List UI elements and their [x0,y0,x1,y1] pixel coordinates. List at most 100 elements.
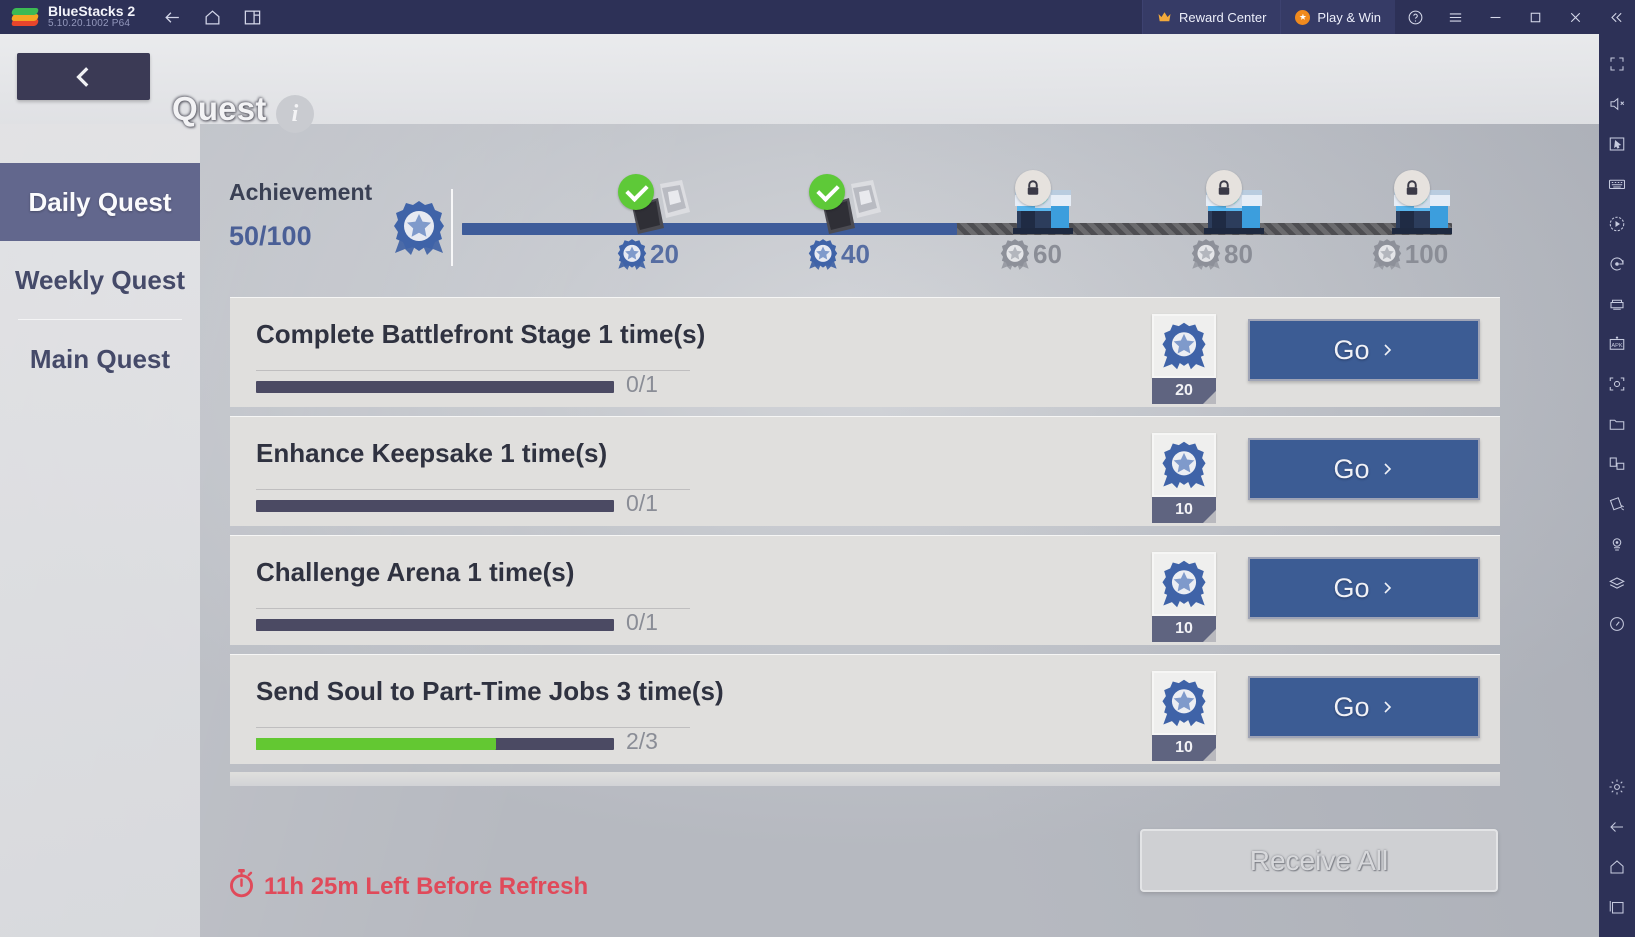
close-icon[interactable] [1555,0,1595,34]
go-button[interactable]: Go [1248,676,1480,738]
keyboard-controls-icon[interactable] [1599,164,1635,204]
milestone-20[interactable]: 20 [588,174,708,271]
settings-gear-icon[interactable] [1599,767,1635,807]
achievement-medal-icon [393,199,445,257]
go-button-label: Go [1333,334,1370,365]
tab-daily-quest[interactable]: Daily Quest [0,163,200,241]
milestone-80-value: 80 [1224,239,1253,269]
app-version: 5.10.20.1002 P64 [48,18,131,30]
quest-reward: 20 [1152,314,1216,404]
milestone-40-icons [779,174,899,236]
play-and-win-button[interactable]: Play & Win [1280,0,1395,34]
milestone-60-value: 60 [1033,239,1062,269]
quest-progress-bar [256,500,614,512]
receive-all-label: Receive All [1249,844,1389,876]
milestone-80-label: 80 [1162,238,1282,271]
achievement-count: 50/100 [229,221,312,251]
home-icon[interactable] [195,3,229,31]
table-row[interactable]: Send Soul to Part-Time Jobs 3 time(s) 2/… [230,654,1500,764]
milestone-100-label: 100 [1350,238,1470,271]
milestone-80-icons [1162,170,1282,236]
table-row[interactable]: Complete Battlefront Stage 1 time(s) 0/1 [230,297,1500,407]
medal-small-icon [1191,238,1221,271]
info-icon[interactable]: i [276,95,314,133]
cursor-icon[interactable] [1599,124,1635,164]
media-folder-icon[interactable] [1599,404,1635,444]
locked-icon [1015,170,1051,206]
refresh-timer: 11h 25m Left Before Refresh [228,869,588,905]
go-button[interactable]: Go [1248,557,1480,619]
quest-progress-text: 0/1 [626,371,658,397]
milestone-20-value: 20 [650,239,679,269]
quest-progress-bar [256,381,614,393]
milestone-40-value: 40 [841,239,870,269]
right-toolbar: APK [1599,34,1635,937]
medal-small-icon [808,238,838,271]
fullscreen-icon[interactable] [1599,44,1635,84]
game-viewport: Quest i Daily Quest Weekly Quest Main Qu… [0,34,1599,937]
chevron-right-icon [1383,582,1391,594]
go-button[interactable]: Go [1248,438,1480,500]
mute-icon[interactable] [1599,84,1635,124]
milestone-100[interactable]: 100 [1350,170,1470,271]
maximize-icon[interactable] [1515,0,1555,34]
tab-weekly-quest[interactable]: Weekly Quest [0,241,200,319]
tab-daily-quest-label: Daily Quest [28,186,172,217]
milestone-40[interactable]: 40 [779,174,899,271]
milestone-80[interactable]: 80 [1162,170,1282,271]
tab-weekly-quest-label: Weekly Quest [14,264,186,295]
layers-icon[interactable] [1599,564,1635,604]
quest-list-bottom-edge [230,772,1500,786]
quest-reward: 10 [1152,433,1216,523]
medal-small-icon [1000,238,1030,271]
milestone-100-value: 100 [1404,239,1449,269]
milestone-20-label: 20 [588,238,708,271]
milestone-60[interactable]: 60 [971,170,1091,271]
home-icon[interactable] [1599,847,1635,887]
quest-title: Challenge Arena 1 time(s) [256,557,575,587]
app-identity: BlueStacks 2 5.10.20.1002 P64 [48,4,135,29]
location-icon[interactable] [1599,524,1635,564]
recents-icon[interactable] [1599,887,1635,927]
quest-title: Complete Battlefront Stage 1 time(s) [256,319,706,349]
medal-reward-icon [1152,314,1216,378]
tab-main-quest[interactable]: Main Quest [0,320,200,398]
table-row[interactable]: Enhance Keepsake 1 time(s) 0/1 10 Go [230,416,1500,526]
tilt-icon[interactable] [1599,484,1635,524]
claimed-check-icon [618,174,654,210]
macro-record-icon[interactable] [1599,244,1635,284]
game-controls-icon[interactable] [1599,284,1635,324]
milestone-60-icons [971,170,1091,236]
quest-progress-text: 2/3 [626,728,658,754]
stopwatch-icon [228,869,255,905]
quest-title: Enhance Keepsake 1 time(s) [256,438,608,468]
go-button[interactable]: Go [1248,319,1480,381]
quest-progress-text: 0/1 [626,609,658,635]
quest-progress-text: 0/1 [626,490,658,516]
reward-center-button[interactable]: Reward Center [1141,0,1281,34]
rotate-screen-icon[interactable] [1599,444,1635,484]
macro-play-icon[interactable] [1599,204,1635,244]
game-back-button[interactable] [17,53,150,100]
back-icon[interactable] [1599,807,1635,847]
milestone-60-label: 60 [971,238,1091,271]
collapse-icon[interactable] [1595,0,1635,34]
minimize-icon[interactable] [1475,0,1515,34]
bluestacks-window: BlueStacks 2 5.10.20.1002 P64 Reward Cen… [0,0,1635,937]
receive-all-button[interactable]: Receive All [1140,829,1498,892]
back-arrow-icon[interactable] [155,3,189,31]
milestone-100-icons [1350,170,1470,236]
reward-center-label: Reward Center [1178,9,1267,25]
multi-instance-icon[interactable] [235,3,269,31]
install-apk-icon[interactable]: APK [1599,324,1635,364]
chevron-right-icon [1383,701,1391,713]
table-row[interactable]: Challenge Arena 1 time(s) 0/1 10 Go [230,535,1500,645]
titlebar-right: Reward Center Play & Win [1141,0,1635,34]
tab-main-quest-label: Main Quest [29,343,171,374]
screenshot-icon[interactable] [1599,364,1635,404]
achievement-label: Achievement [229,179,373,205]
performance-icon[interactable] [1599,604,1635,644]
help-icon[interactable] [1395,0,1435,34]
medal-small-icon [1372,238,1402,271]
menu-icon[interactable] [1435,0,1475,34]
